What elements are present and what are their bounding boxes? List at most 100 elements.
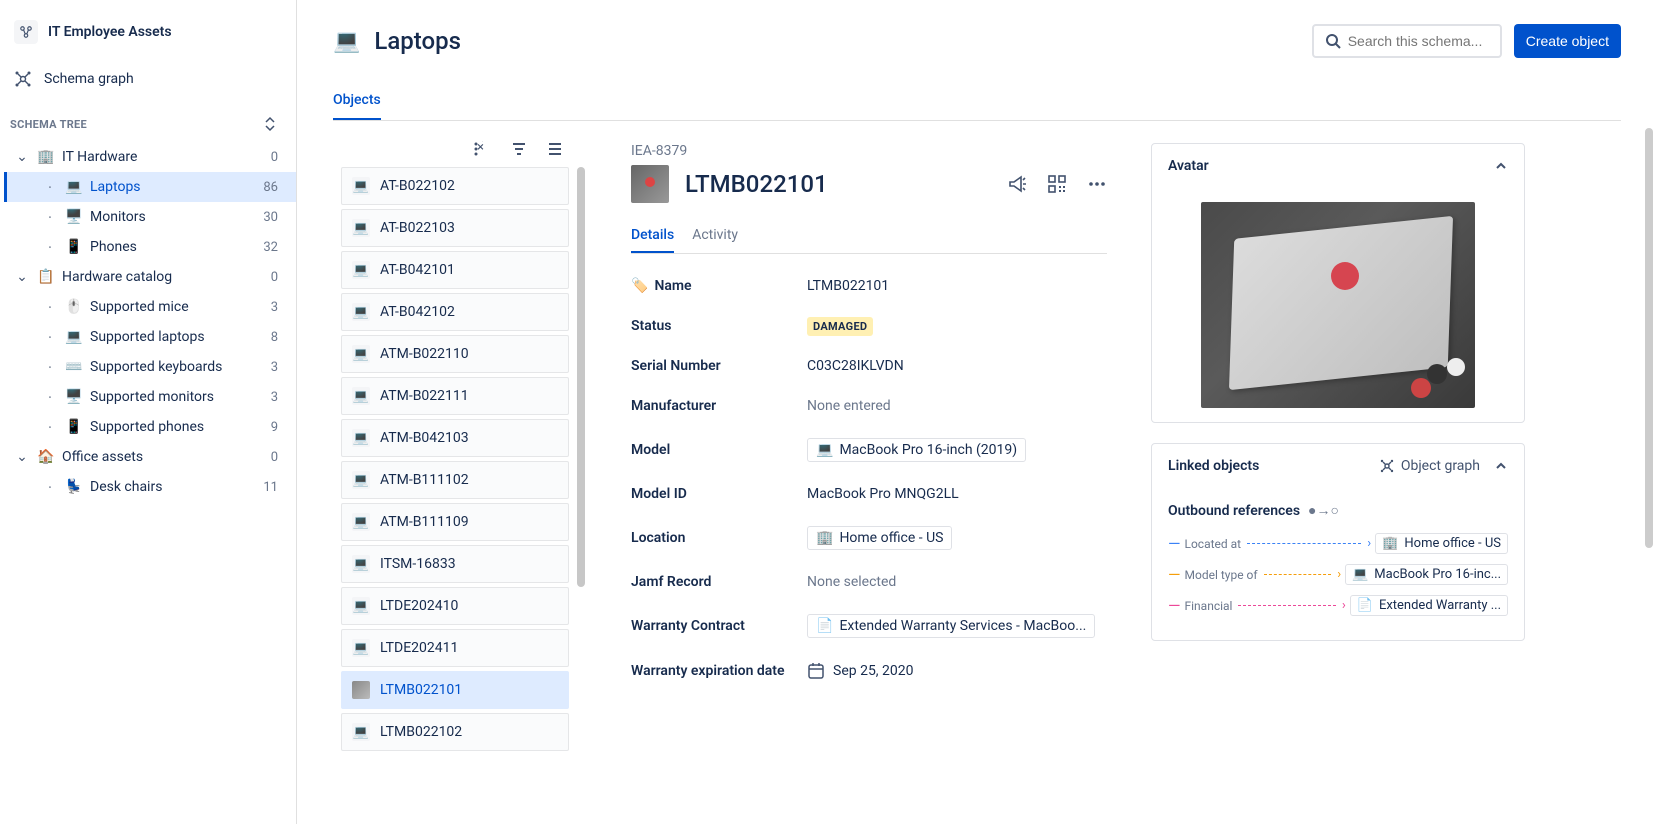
tab-details[interactable]: Details xyxy=(631,223,674,253)
tree-item[interactable]: •🖱️Supported mice3 xyxy=(4,292,296,322)
field-modelid-value[interactable]: MacBook Pro MNQG2LL xyxy=(807,486,959,502)
field-name-value[interactable]: LTMB022101 xyxy=(807,278,889,294)
tree-item-count: 3 xyxy=(271,300,282,315)
field-model-value[interactable]: 💻MacBook Pro 16-inch (2019) xyxy=(807,438,1026,462)
tree-item-count: 8 xyxy=(271,330,282,345)
field-location-value[interactable]: 🏢Home office - US xyxy=(807,526,952,550)
object-item-icon: 💻 xyxy=(352,429,370,447)
object-item-icon: 💻 xyxy=(352,261,370,279)
tree-group-icon: 🏢 xyxy=(36,149,56,165)
object-list-item[interactable]: 💻ATM-B022111 xyxy=(341,377,569,415)
schema-icon xyxy=(14,20,38,44)
search-box[interactable] xyxy=(1312,24,1502,58)
ref-target-chip[interactable]: 📄Extended Warranty ... xyxy=(1350,595,1508,616)
create-object-button[interactable]: Create object xyxy=(1514,24,1621,58)
field-warrantyexp-value[interactable]: Sep 25, 2020 xyxy=(807,662,914,680)
tree-item-label: Phones xyxy=(90,239,257,255)
tree-item[interactable]: •💻Laptops86 xyxy=(4,172,296,202)
object-item-label: AT-B042101 xyxy=(380,262,455,278)
ref-dash-icon: — xyxy=(1168,565,1181,584)
tree-item[interactable]: •📱Supported phones9 xyxy=(4,412,296,442)
object-list-item[interactable]: LTMB022101 xyxy=(341,671,569,709)
object-list-item[interactable]: 💻LTMB022102 xyxy=(341,713,569,751)
object-list-scrollbar-thumb[interactable] xyxy=(577,167,585,587)
model-chip[interactable]: 💻MacBook Pro 16-inch (2019) xyxy=(807,438,1026,462)
object-item-label: LTDE202411 xyxy=(380,640,458,656)
tree-item[interactable]: •🖥️Monitors30 xyxy=(4,202,296,232)
object-list-item[interactable]: 💻AT-B022103 xyxy=(341,209,569,247)
edit-query-icon[interactable] xyxy=(473,141,491,157)
tree-group-count: 0 xyxy=(271,270,282,285)
more-actions-icon[interactable] xyxy=(1087,174,1107,194)
object-list-item[interactable]: 💻LTDE202410 xyxy=(341,587,569,625)
field-manufacturer-value[interactable]: None entered xyxy=(807,398,891,414)
bullet-icon: • xyxy=(42,303,58,312)
linked-objects-header[interactable]: Linked objects Object graph xyxy=(1152,444,1524,488)
search-input[interactable] xyxy=(1348,33,1490,49)
tree-item-icon: 🖥️ xyxy=(64,209,84,225)
tree-item[interactable]: •⌨️Supported keyboards3 xyxy=(4,352,296,382)
field-status-value[interactable]: DAMAGED xyxy=(807,318,873,334)
field-serial-label: Serial Number xyxy=(631,358,807,374)
field-jamf-value[interactable]: None selected xyxy=(807,574,896,590)
qr-code-icon[interactable] xyxy=(1047,174,1067,194)
schema-tree-title: SCHEMA TREE xyxy=(10,118,87,131)
object-list-item[interactable]: 💻ATM-B022110 xyxy=(341,335,569,373)
arrow-icon: › xyxy=(1337,567,1341,582)
ref-line xyxy=(1264,574,1332,575)
tree-group[interactable]: ⌄🏢IT Hardware0 xyxy=(4,142,296,172)
tree-item-label: Monitors xyxy=(90,209,257,225)
tree-group-icon: 🏠 xyxy=(36,449,56,465)
warranty-chip[interactable]: 📄Extended Warranty Services - MacBoo... xyxy=(807,614,1095,638)
tab-activity[interactable]: Activity xyxy=(692,223,738,253)
field-name-label: 🏷️Name xyxy=(631,278,807,294)
tree-group-count: 0 xyxy=(271,150,282,165)
field-warranty-value[interactable]: 📄Extended Warranty Services - MacBoo... xyxy=(807,614,1095,638)
tree-item[interactable]: •🖥️Supported monitors3 xyxy=(4,382,296,412)
object-list-item[interactable]: 💻ATM-B042103 xyxy=(341,419,569,457)
ref-target-chip[interactable]: 💻MacBook Pro 16-inc... xyxy=(1345,564,1508,585)
tree-item[interactable]: •💻Supported laptops8 xyxy=(4,322,296,352)
object-list-item[interactable]: 💻AT-B042102 xyxy=(341,293,569,331)
object-list-item[interactable]: 💻ATM-B111102 xyxy=(341,461,569,499)
object-item-icon: 💻 xyxy=(352,177,370,195)
avatar-panel-header[interactable]: Avatar xyxy=(1152,144,1524,188)
ref-target-chip[interactable]: 🏢Home office - US xyxy=(1375,533,1508,554)
schema-graph-link[interactable]: Schema graph xyxy=(0,62,296,104)
filter-icon[interactable] xyxy=(511,141,527,157)
object-header-actions xyxy=(1007,174,1107,194)
ref-label: Financial xyxy=(1185,599,1233,613)
outbound-icon: ●→○ xyxy=(1308,502,1339,519)
tree-item[interactable]: •💺Desk chairs11 xyxy=(4,472,296,502)
tree-group[interactable]: ⌄📋Hardware catalog0 xyxy=(4,262,296,292)
object-item-icon: 💻 xyxy=(352,639,370,657)
object-list-item[interactable]: 💻ITSM-16833 xyxy=(341,545,569,583)
ref-target-icon: 🏢 xyxy=(1382,536,1398,551)
field-model: Model 💻MacBook Pro 16-inch (2019) xyxy=(631,438,1107,462)
scroll-indicator[interactable] xyxy=(1645,128,1653,548)
field-serial-value[interactable]: C03C28IKLVDN xyxy=(807,358,904,374)
chevron-down-icon: ⌄ xyxy=(14,269,30,285)
field-model-label: Model xyxy=(631,442,807,458)
object-list-toolbar xyxy=(333,135,577,167)
reference-row: —Model type of›💻MacBook Pro 16-inc... xyxy=(1168,564,1508,585)
object-item-label: ITSM-16833 xyxy=(380,556,456,572)
object-list-item[interactable]: 💻 LTDE202411 xyxy=(341,629,569,667)
announce-icon[interactable] xyxy=(1007,174,1027,194)
tree-item[interactable]: •📱Phones32 xyxy=(4,232,296,262)
object-list-item[interactable]: 💻 AT-B042101 xyxy=(341,251,569,289)
tab-objects[interactable]: Objects xyxy=(333,86,381,120)
location-chip[interactable]: 🏢Home office - US xyxy=(807,526,952,550)
object-list-item[interactable]: 💻ATM-B111109 xyxy=(341,503,569,541)
arrow-icon: › xyxy=(1342,598,1346,613)
ref-target-icon: 📄 xyxy=(1357,598,1373,613)
object-graph-link[interactable]: Object graph xyxy=(1379,458,1480,474)
tree-item-label: Supported laptops xyxy=(90,329,265,345)
list-view-icon[interactable] xyxy=(547,141,563,157)
ref-dash-icon: — xyxy=(1168,596,1181,615)
avatar-image[interactable] xyxy=(1201,202,1475,408)
object-list-item[interactable]: 💻AT-B022102 xyxy=(341,167,569,205)
collapse-tree-icon[interactable] xyxy=(258,112,282,136)
tree-group[interactable]: ⌄🏠Office assets0 xyxy=(4,442,296,472)
tree-item-count: 3 xyxy=(271,390,282,405)
